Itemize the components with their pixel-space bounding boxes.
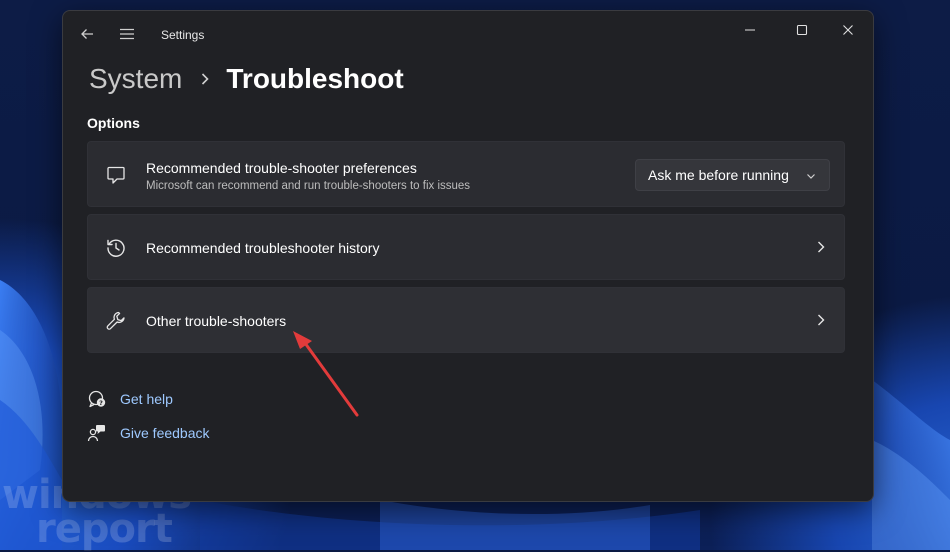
chevron-right-icon (198, 72, 212, 86)
settings-window: Settings System Troubleshoot Options Rec… (62, 10, 874, 502)
help-chat-icon: ? (87, 389, 107, 409)
title-bar: Settings (63, 11, 873, 57)
maximize-icon (796, 24, 808, 36)
troubleshooter-preference-dropdown[interactable]: Ask me before running (635, 159, 830, 191)
wrench-icon (104, 309, 128, 333)
get-help-label: Get help (120, 391, 173, 407)
close-icon (843, 25, 853, 35)
close-button[interactable] (825, 15, 871, 45)
chevron-down-icon (805, 170, 817, 182)
get-help-link[interactable]: ? Get help (87, 388, 173, 410)
minimize-button[interactable] (727, 15, 773, 45)
back-button[interactable] (71, 21, 103, 47)
minimize-icon (745, 29, 755, 31)
give-feedback-label: Give feedback (120, 425, 210, 441)
card-other-troubleshooters[interactable]: Other trouble-shooters (87, 287, 845, 353)
card-troubleshooter-history[interactable]: Recommended troubleshooter history (87, 214, 845, 280)
card-title: Other trouble-shooters (146, 313, 287, 329)
breadcrumb-system[interactable]: System (89, 63, 182, 95)
dropdown-selected-value: Ask me before running (648, 167, 789, 183)
chevron-right-icon (814, 240, 828, 254)
history-icon (104, 236, 128, 260)
chevron-right-icon (814, 313, 828, 327)
section-title-options: Options (87, 115, 140, 131)
hamburger-icon (120, 28, 134, 40)
svg-text:?: ? (99, 399, 103, 407)
page-title: Troubleshoot (226, 63, 404, 94)
chat-bubble-icon (104, 163, 128, 187)
card-title: Recommended troubleshooter history (146, 240, 380, 256)
navigation-menu-button[interactable] (111, 21, 143, 47)
maximize-button[interactable] (779, 15, 825, 45)
feedback-icon (87, 423, 107, 443)
breadcrumb: System Troubleshoot (89, 59, 404, 99)
card-troubleshooter-preferences: Recommended trouble-shooter preferences … (87, 141, 845, 207)
give-feedback-link[interactable]: Give feedback (87, 422, 210, 444)
card-subtitle: Microsoft can recommend and run trouble-… (146, 180, 471, 192)
card-title: Recommended trouble-shooter preferences (146, 160, 417, 176)
back-arrow-icon (81, 29, 93, 39)
app-title: Settings (161, 28, 205, 42)
